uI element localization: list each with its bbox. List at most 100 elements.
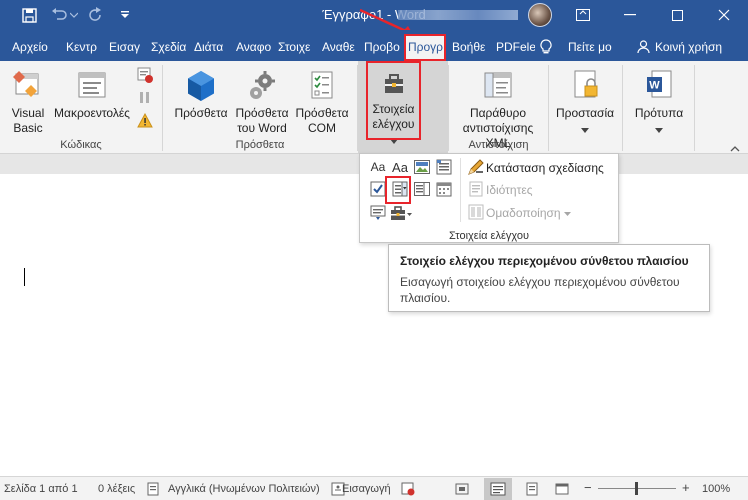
group-divider bbox=[548, 65, 549, 151]
macro-security-icon[interactable] bbox=[137, 112, 153, 129]
chevron-down-icon bbox=[563, 206, 571, 220]
macros-icon bbox=[75, 69, 109, 103]
visual-basic-label-2: Basic bbox=[13, 121, 43, 135]
tab-mailings[interactable]: Στοιχε bbox=[275, 37, 317, 61]
ribbon-tabs: Αρχείο Κεντρ Εισαγ Σχεδία Διάτα Αναφο Στ… bbox=[0, 30, 748, 61]
redo-icon[interactable] bbox=[86, 6, 104, 24]
word-count[interactable]: 0 λέξεις bbox=[98, 483, 135, 495]
rich-text-control-icon[interactable]: Aa bbox=[368, 158, 388, 176]
maximize-button[interactable] bbox=[654, 0, 700, 30]
group-icon bbox=[466, 203, 486, 221]
svg-text:W: W bbox=[649, 80, 660, 92]
tab-references[interactable]: Αναφο bbox=[233, 37, 273, 61]
tooltip-title: Στοιχείο ελέγχου περιεχομένου σύνθετου π… bbox=[400, 254, 689, 268]
tab-layout[interactable]: Διάτα bbox=[191, 37, 231, 61]
word-addins-label-1: Πρόσθετα bbox=[235, 106, 289, 120]
tab-review[interactable]: Αναθε bbox=[319, 37, 359, 61]
proofing-icon[interactable] bbox=[146, 481, 162, 497]
com-addins-icon bbox=[305, 69, 339, 103]
tab-developer[interactable]: Προγρ bbox=[405, 35, 445, 61]
ribbon: Visual Basic Μακροεντολές Κώδικας Πρόσθε… bbox=[0, 61, 748, 154]
group-divider bbox=[622, 65, 623, 151]
properties-button[interactable]: Ιδιότητες bbox=[486, 183, 532, 197]
lightbulb-icon[interactable] bbox=[540, 39, 556, 55]
share-button[interactable]: Κοινή χρήση bbox=[652, 37, 744, 61]
word-template-icon: W bbox=[644, 69, 674, 103]
web-layout-icon[interactable] bbox=[554, 481, 570, 497]
combo-box-control-icon[interactable] bbox=[390, 180, 410, 198]
page-count[interactable]: Σελίδα 1 από 1 bbox=[4, 483, 78, 495]
addins-button[interactable]: Πρόσθετα bbox=[170, 69, 232, 121]
save-icon[interactable] bbox=[20, 6, 38, 24]
zoom-out-button[interactable]: − bbox=[584, 480, 592, 495]
print-layout-icon[interactable] bbox=[524, 481, 540, 497]
visual-basic-icon bbox=[11, 69, 45, 103]
controls-button[interactable]: Στοιχεία ελέγχου bbox=[366, 69, 421, 148]
date-picker-control-icon[interactable] bbox=[434, 180, 454, 198]
group-divider bbox=[357, 65, 358, 151]
macros-label: Μακροεντολές bbox=[54, 106, 130, 120]
undo-icon[interactable] bbox=[50, 6, 68, 24]
protect-label: Προστασία bbox=[555, 106, 615, 120]
status-bar: Σελίδα 1 από 1 0 λέξεις Αγγλικά (Ηνωμένω… bbox=[0, 476, 748, 500]
read-mode-icon[interactable] bbox=[484, 478, 512, 500]
input-mode-status[interactable]: Εισαγωγή bbox=[342, 483, 391, 495]
minimize-button[interactable] bbox=[607, 0, 653, 30]
checkbox-control-icon[interactable] bbox=[368, 180, 388, 198]
gears-icon bbox=[245, 69, 279, 103]
dropdown-list-control-icon[interactable] bbox=[412, 180, 432, 198]
design-mode-button[interactable]: Κατάσταση σχεδίασης bbox=[486, 161, 604, 175]
tab-file[interactable]: Αρχείο bbox=[9, 37, 53, 61]
controls-dropdown: Aa Aa Κατάσταση σχεδίασης Ιδιότητες Ομαδ… bbox=[359, 153, 619, 243]
zoom-level[interactable]: 100% bbox=[702, 483, 730, 495]
com-addins-button[interactable]: Πρόσθετα COM bbox=[292, 69, 352, 136]
picture-control-icon[interactable] bbox=[412, 158, 432, 176]
word-addins-button[interactable]: Πρόσθετα του Word bbox=[232, 69, 292, 136]
controls-group-label: Στοιχεία ελέγχου bbox=[449, 230, 529, 242]
group-divider bbox=[694, 65, 695, 151]
macro-record-status-icon[interactable] bbox=[400, 481, 416, 497]
ribbon-display-options-button[interactable] bbox=[560, 0, 606, 30]
share-user-icon[interactable] bbox=[637, 40, 651, 54]
tell-me-input[interactable]: Πείτε μο bbox=[565, 37, 623, 61]
close-button[interactable] bbox=[701, 0, 747, 30]
templates-button[interactable]: W Πρότυπα bbox=[628, 69, 690, 137]
tab-insert[interactable]: Εισαγ bbox=[106, 37, 146, 61]
addins-icon bbox=[184, 69, 218, 103]
macros-button[interactable]: Μακροεντολές bbox=[52, 69, 132, 121]
zoom-in-button[interactable]: + bbox=[682, 480, 690, 495]
addins-group-label: Πρόσθετα bbox=[235, 139, 285, 151]
plain-text-control-icon[interactable]: Aa bbox=[390, 158, 410, 176]
properties-icon bbox=[466, 180, 486, 198]
tooltip-body: Εισαγωγή στοιχείου ελέγχου περιεχομένου … bbox=[400, 275, 680, 305]
zoom-slider-thumb[interactable] bbox=[635, 482, 638, 495]
xml-pane-label-1: Παράθυρο bbox=[469, 106, 527, 120]
avatar[interactable] bbox=[528, 3, 552, 27]
controls-label-2: ελέγχου bbox=[372, 117, 415, 131]
visual-basic-button[interactable]: Visual Basic bbox=[6, 69, 50, 136]
tab-design[interactable]: Σχεδία bbox=[148, 37, 188, 61]
controls-label-1: Στοιχεία bbox=[372, 102, 415, 116]
focus-icon[interactable] bbox=[454, 481, 470, 497]
building-block-control-icon[interactable] bbox=[434, 158, 454, 176]
protect-button[interactable]: Προστασία bbox=[552, 69, 618, 137]
repeating-section-control-icon[interactable] bbox=[368, 204, 388, 222]
addins-label: Πρόσθετα bbox=[174, 106, 228, 120]
design-mode-icon[interactable] bbox=[466, 158, 486, 176]
tab-help[interactable]: Βοήθε bbox=[449, 37, 491, 61]
tooltip: Στοιχείο ελέγχου περιεχομένου σύνθετου π… bbox=[388, 244, 710, 312]
record-macro-icon[interactable] bbox=[137, 67, 153, 83]
word-addins-label-2: του Word bbox=[237, 121, 287, 135]
undo-dropdown-icon[interactable] bbox=[69, 6, 79, 24]
legacy-tools-icon[interactable] bbox=[390, 204, 414, 222]
pause-recording-icon bbox=[137, 90, 153, 106]
tab-pdfelement[interactable]: PDFele bbox=[493, 37, 535, 61]
com-addins-label-1: Πρόσθετα bbox=[295, 106, 349, 120]
tab-home[interactable]: Κεντρ bbox=[63, 37, 105, 61]
collapse-ribbon-icon[interactable] bbox=[730, 141, 742, 152]
language-status[interactable]: Αγγλικά (Ηνωμένων Πολιτειών) bbox=[168, 483, 320, 495]
group-button[interactable]: Ομαδοποίηση bbox=[486, 206, 571, 220]
tab-view[interactable]: Προβο bbox=[361, 37, 403, 61]
mapping-group-label: Αντιστοίχιση bbox=[468, 139, 529, 151]
customize-toolbar-icon[interactable] bbox=[116, 6, 134, 24]
